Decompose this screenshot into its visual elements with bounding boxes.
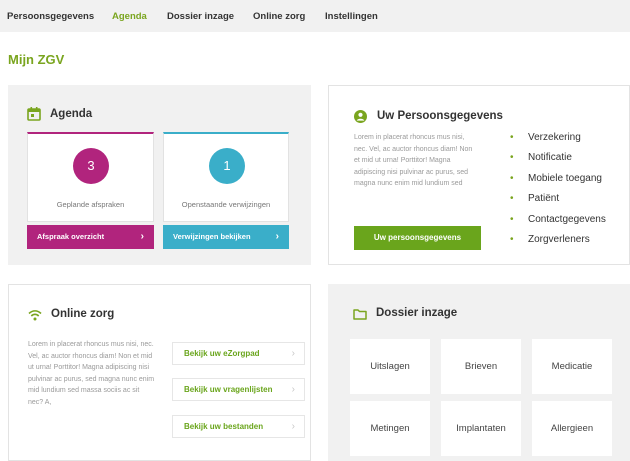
nav-dossier-inzage[interactable]: Dossier inzage [167, 11, 234, 22]
tile-allergieen[interactable]: Allergieen [532, 401, 612, 456]
tile-medicatie[interactable]: Medicatie [532, 339, 612, 394]
user-icon [354, 110, 367, 128]
list-item[interactable]: • Patiënt [510, 193, 606, 213]
view-referrals-label: Verwijzingen bekijken [173, 232, 251, 241]
planned-count-badge: 3 [73, 148, 109, 184]
nav-persoonsgegevens[interactable]: Persoonsgegevens [7, 11, 94, 22]
ezorgpad-button[interactable]: Bekijk uw eZorgpad › [172, 342, 305, 365]
nav-online-zorg[interactable]: Online zorg [253, 11, 305, 22]
ezorgpad-label: Bekijk uw eZorgpad [184, 349, 260, 358]
list-item[interactable]: • Contactgegevens [510, 214, 606, 234]
agenda-panel: Agenda 3 Geplande afspraken Afspraak ove… [8, 85, 311, 265]
referrals-count-badge: 1 [209, 148, 245, 184]
planned-appointments-card: 3 Geplande afspraken [27, 132, 154, 222]
personal-data-button[interactable]: Uw persoonsgegevens [354, 226, 481, 250]
list-item[interactable]: • Mobiele toegang [510, 173, 606, 193]
personal-data-list: • Verzekering • Notificatie • Mobiele toega… [510, 132, 606, 254]
records-panel: Dossier inzage Uitslagen Brieven Medicat… [328, 284, 630, 461]
questionnaires-label: Bekijk uw vragenlijsten [184, 385, 273, 394]
list-item[interactable]: • Zorgverleners [510, 234, 606, 254]
list-item[interactable]: • Verzekering [510, 132, 606, 152]
questionnaires-button[interactable]: Bekijk uw vragenlijsten › [172, 378, 305, 401]
tile-brieven[interactable]: Brieven [441, 339, 521, 394]
appointment-overview-button[interactable]: Afspraak overzicht › [27, 225, 154, 249]
files-button[interactable]: Bekijk uw bestanden › [172, 415, 305, 438]
referrals-label: Openstaande verwijzingen [181, 200, 271, 209]
chevron-right-icon: › [291, 421, 295, 432]
chevron-right-icon: › [291, 384, 295, 395]
calendar-icon [27, 107, 41, 126]
chevron-right-icon: › [291, 348, 295, 359]
list-item[interactable]: • Notificatie [510, 152, 606, 172]
open-referrals-card: 1 Openstaande verwijzingen [163, 132, 289, 222]
tile-metingen[interactable]: Metingen [350, 401, 430, 456]
personal-data-description: Lorem in placerat rhoncus mus nisi, nec.… [354, 134, 473, 187]
agenda-title: Agenda [50, 108, 93, 120]
appointment-overview-label: Afspraak overzicht [37, 232, 105, 241]
online-care-title: Online zorg [51, 308, 115, 320]
chevron-right-icon: › [140, 231, 144, 242]
top-navigation: Persoonsgegevens Agenda Dossier inzage O… [0, 0, 630, 32]
planned-label: Geplande afspraken [56, 200, 125, 209]
personal-data-panel: Uw Persoonsgegevens Lorem in placerat rh… [328, 85, 630, 265]
online-care-panel: Online zorg Lorem in placerat rhoncus mu… [8, 284, 311, 461]
files-label: Bekijk uw bestanden [184, 422, 264, 431]
personal-data-title: Uw Persoonsgegevens [377, 110, 503, 122]
chevron-right-icon: › [275, 231, 279, 242]
tile-uitslagen[interactable]: Uitslagen [350, 339, 430, 394]
nav-instellingen[interactable]: Instellingen [325, 11, 378, 22]
page-title: Mijn ZGV [8, 52, 65, 67]
records-title: Dossier inzage [376, 307, 458, 319]
view-referrals-button[interactable]: Verwijzingen bekijken › [163, 225, 289, 249]
nav-agenda[interactable]: Agenda [112, 11, 147, 22]
tile-implantaten[interactable]: Implantaten [441, 401, 521, 456]
folder-icon [353, 307, 367, 325]
online-care-description: Lorem in placerat rhoncus mus nisi, nec.… [28, 341, 155, 406]
wifi-icon [28, 308, 42, 326]
